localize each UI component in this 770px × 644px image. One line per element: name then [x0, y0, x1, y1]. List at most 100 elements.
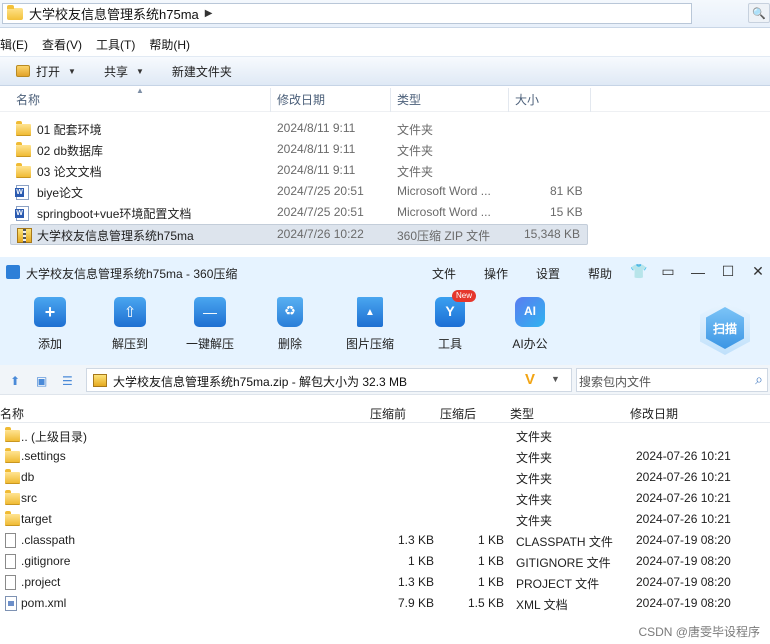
- file-name: springboot+vue环境配置文档: [37, 207, 192, 221]
- file-type: 360压缩 ZIP 文件: [397, 229, 491, 243]
- window-controls: 🔍: [748, 3, 770, 23]
- table-row[interactable]: .gitignore 1 KB 1 KB GITIGNORE 文件 2024-0…: [0, 551, 770, 572]
- folder-icon: [5, 490, 20, 505]
- search-icon[interactable]: ⌕: [755, 371, 763, 388]
- ai-office-button[interactable]: AI办公: [495, 287, 565, 365]
- entry-type: PROJECT 文件: [516, 577, 600, 591]
- entry-name: .. (上级目录): [21, 430, 87, 444]
- menu-edit[interactable]: 辑(E): [0, 36, 28, 53]
- file-date: 2024/7/25 20:51: [277, 205, 364, 219]
- extract-to-button[interactable]: 解压到: [95, 287, 165, 365]
- up-arrow-icon[interactable]: ⬆: [10, 374, 20, 388]
- column-date[interactable]: 修改日期: [630, 405, 678, 422]
- word-document-icon: [15, 206, 31, 221]
- scan-button[interactable]: 扫描: [700, 301, 750, 357]
- chevron-down-icon: ▼: [68, 66, 76, 76]
- file-date: 2024/8/11 9:11: [277, 142, 356, 156]
- window-controls: 👕 ▭ — ☐ ✕: [630, 263, 766, 280]
- list-view-icon[interactable]: ☰: [62, 374, 73, 388]
- entry-size-before: 1.3 KB: [397, 575, 434, 589]
- add-label: 添加: [37, 337, 62, 351]
- feedback-icon[interactable]: ▭: [660, 263, 676, 280]
- menu-help[interactable]: 帮助(H): [149, 36, 190, 53]
- column-after[interactable]: 压缩后: [440, 405, 476, 422]
- file-date: 2024/7/26 10:22: [277, 227, 364, 241]
- table-row[interactable]: pom.xml 7.9 KB 1.5 KB XML 文档 2024-07-19 …: [0, 593, 770, 614]
- image-compress-button[interactable]: 图片压缩: [335, 287, 405, 365]
- list-item[interactable]: 01 配套环境 2024/8/11 9:11 文件夹: [10, 119, 588, 140]
- entry-type: 文件夹: [516, 451, 553, 465]
- column-before[interactable]: 压缩前: [370, 405, 406, 422]
- vip-v-icon[interactable]: V: [525, 371, 535, 388]
- menu-file[interactable]: 文件: [432, 265, 456, 282]
- delete-button[interactable]: 删除: [255, 287, 325, 365]
- entry-type: CLASSPATH 文件: [516, 535, 613, 549]
- chevron-right-icon[interactable]: ▶: [205, 8, 213, 19]
- file-type: Microsoft Word ...: [397, 184, 491, 198]
- one-click-extract-button[interactable]: 一键解压: [175, 287, 245, 365]
- entry-name: .gitignore: [21, 554, 71, 568]
- scan-label: 扫描: [706, 307, 744, 349]
- list-item[interactable]: springboot+vue环境配置文档 2024/7/25 20:51 Mic…: [10, 203, 588, 224]
- skin-shirt-icon[interactable]: 👕: [630, 263, 647, 280]
- archive-path-box[interactable]: 大学校友信息管理系统h75ma.zip - 解包大小为 32.3 MB V ▼: [86, 368, 572, 392]
- column-name[interactable]: 名称: [10, 88, 271, 112]
- chevron-down-icon[interactable]: ▼: [551, 374, 560, 384]
- entry-name: .project: [21, 575, 61, 589]
- table-row[interactable]: src 文件夹 2024-07-26 10:21: [0, 488, 770, 509]
- entry-date: 2024-07-19 08:20: [636, 533, 731, 547]
- table-row[interactable]: .project 1.3 KB 1 KB PROJECT 文件 2024-07-…: [0, 572, 770, 593]
- zip-title-bar: 大学校友信息管理系统h75ma - 360压缩 文件 操作 设置 帮助 👕 ▭ …: [0, 257, 770, 287]
- column-name[interactable]: 名称: [0, 405, 24, 422]
- open-button[interactable]: 打开 ▼: [6, 59, 86, 83]
- tools-label: 工具: [437, 337, 462, 351]
- table-row[interactable]: .. (上级目录) 文件夹: [0, 425, 770, 446]
- entry-date: 2024-07-26 10:21: [636, 449, 731, 463]
- table-row[interactable]: db 文件夹 2024-07-26 10:21: [0, 467, 770, 488]
- close-icon[interactable]: ✕: [750, 263, 766, 280]
- share-button[interactable]: 共享 ▼: [94, 59, 154, 83]
- word-document-icon: [15, 185, 31, 200]
- entry-name: .settings: [21, 449, 66, 463]
- folder-icon: [5, 427, 20, 442]
- folder-icon: [7, 4, 23, 20]
- address-input[interactable]: 大学校友信息管理系统h75ma ▶: [2, 3, 692, 24]
- explorer-window: 大学校友信息管理系统h75ma ▶ 🔍 辑(E) 查看(V) 工具(T) 帮助(…: [0, 0, 770, 256]
- column-date[interactable]: 修改日期: [271, 88, 391, 112]
- search-placeholder: 搜索包内文件: [579, 375, 652, 389]
- menu-tools[interactable]: 工具(T): [96, 36, 135, 53]
- table-row[interactable]: .classpath 1.3 KB 1 KB CLASSPATH 文件 2024…: [0, 530, 770, 551]
- list-item[interactable]: 03 论文文档 2024/8/11 9:11 文件夹: [10, 161, 588, 182]
- menu-operate[interactable]: 操作: [484, 265, 508, 282]
- ai-office-label: AI办公: [512, 337, 548, 351]
- list-item-selected[interactable]: 大学校友信息管理系统h75ma 2024/7/26 10:22 360压缩 ZI…: [10, 224, 588, 245]
- delete-label: 删除: [277, 337, 302, 351]
- new-folder-button[interactable]: 新建文件夹: [162, 59, 242, 83]
- list-item[interactable]: 02 db数据库 2024/8/11 9:11 文件夹: [10, 140, 588, 161]
- xml-file-icon: [5, 596, 17, 611]
- menu-view[interactable]: 查看(V): [42, 36, 82, 53]
- table-row[interactable]: target 文件夹 2024-07-26 10:21: [0, 509, 770, 530]
- minimize-icon[interactable]: —: [690, 264, 706, 280]
- zip-window: 大学校友信息管理系统h75ma - 360压缩 文件 操作 设置 帮助 👕 ▭ …: [0, 257, 770, 644]
- address-path[interactable]: 大学校友信息管理系统h75ma: [29, 4, 199, 23]
- file-name: 02 db数据库: [37, 144, 104, 158]
- entry-date: 2024-07-19 08:20: [636, 575, 731, 589]
- image-compress-icon: [357, 297, 383, 327]
- column-size[interactable]: 大小: [509, 88, 591, 112]
- column-type[interactable]: 类型: [510, 405, 534, 422]
- file-name: 03 论文文档: [37, 165, 102, 179]
- entry-type: 文件夹: [516, 472, 553, 486]
- menu-help[interactable]: 帮助: [588, 265, 612, 282]
- zip-archive-icon: [17, 228, 32, 243]
- maximize-icon[interactable]: ☐: [720, 263, 736, 280]
- column-type[interactable]: 类型: [391, 88, 509, 112]
- menu-settings[interactable]: 设置: [536, 265, 560, 282]
- list-item[interactable]: biye论文 2024/7/25 20:51 Microsoft Word ..…: [10, 182, 588, 203]
- entry-size-before: 1.3 KB: [397, 533, 434, 547]
- table-row[interactable]: .settings 文件夹 2024-07-26 10:21: [0, 446, 770, 467]
- search-input[interactable]: 搜索包内文件 ⌕: [576, 368, 768, 392]
- search-icon[interactable]: 🔍: [748, 3, 770, 23]
- thumbnail-view-icon[interactable]: ▣: [36, 374, 47, 388]
- add-button[interactable]: 添加: [15, 287, 85, 365]
